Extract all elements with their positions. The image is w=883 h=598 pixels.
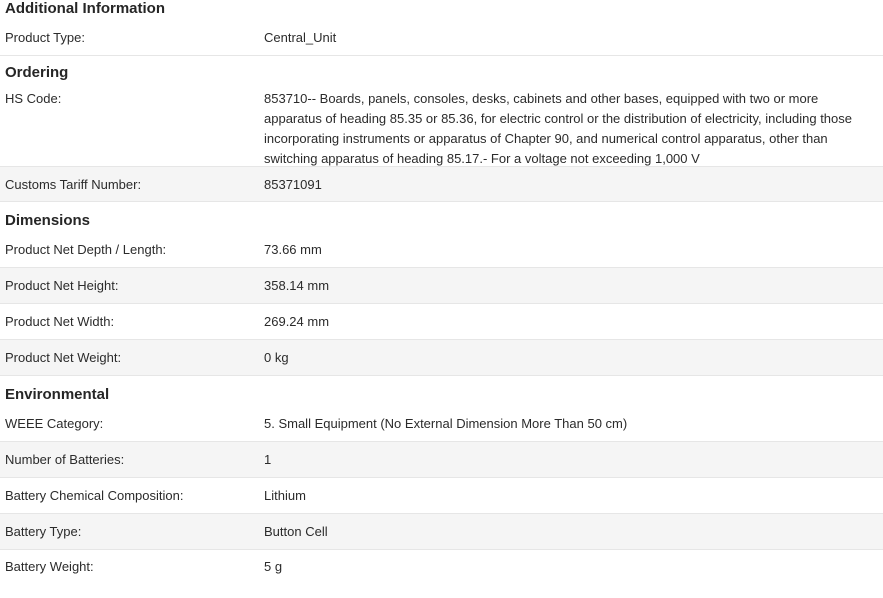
spec-label: HS Code: [5, 91, 62, 106]
spec-label: Product Net Depth / Length: [5, 242, 167, 257]
spec-label: Product Net Weight: [5, 350, 122, 365]
spec-value: 5 g [264, 559, 283, 574]
spec-row-battery-weight: Battery Weight: 5 g [0, 550, 883, 583]
spec-value: Button Cell [264, 524, 328, 539]
section-title-dimensions: Dimensions [5, 212, 91, 229]
spec-value: 0 kg [264, 350, 289, 365]
spec-label: Battery Type: [5, 524, 82, 539]
spec-label: Product Net Width: [5, 314, 115, 329]
spec-value: Lithium [264, 488, 306, 503]
section-title-environmental: Environmental [5, 386, 110, 403]
spec-label: Battery Chemical Composition: [5, 488, 184, 503]
spec-label: Product Type: [5, 30, 85, 45]
spec-value: 853710-- Boards, panels, consoles, desks… [264, 91, 852, 166]
spec-value: 358.14 mm [264, 278, 330, 293]
spec-row-net-height: Product Net Height: 358.14 mm [0, 268, 883, 304]
spec-row-net-depth: Product Net Depth / Length: 73.66 mm [0, 232, 883, 268]
section-title-ordering: Ordering [5, 64, 69, 81]
spec-label: Number of Batteries: [5, 452, 125, 467]
spec-row-weee-category: WEEE Category: 5. Small Equipment (No Ex… [0, 406, 883, 442]
spec-label: WEEE Category: [5, 416, 104, 431]
spec-value: 1 [264, 452, 272, 467]
spec-label: Battery Weight: [5, 559, 94, 574]
spec-value: 5. Small Equipment (No External Dimensio… [264, 416, 628, 431]
spec-row-number-of-batteries: Number of Batteries: 1 [0, 442, 883, 478]
spec-value: 269.24 mm [264, 314, 330, 329]
spec-value: 73.66 mm [264, 242, 322, 257]
spec-row-net-width: Product Net Width: 269.24 mm [0, 304, 883, 340]
spec-value: Central_Unit [264, 30, 337, 45]
spec-row-customs-tariff-number: Customs Tariff Number: 85371091 [0, 167, 883, 202]
spec-row-battery-type: Battery Type: Button Cell [0, 514, 883, 550]
spec-label: Customs Tariff Number: [5, 176, 142, 192]
spec-label: Product Net Height: [5, 278, 119, 293]
spec-row-battery-chemical-composition: Battery Chemical Composition: Lithium [0, 478, 883, 514]
section-title-additional-information: Additional Information [5, 0, 165, 17]
spec-row-net-weight: Product Net Weight: 0 kg [0, 340, 883, 376]
spec-row-product-type: Product Type: Central_Unit [0, 20, 883, 56]
product-specifications: Additional Information Product Type: Cen… [0, 0, 883, 598]
spec-value: 85371091 [264, 176, 322, 192]
spec-row-hs-code: HS Code: 853710-- Boards, panels, consol… [0, 84, 883, 167]
